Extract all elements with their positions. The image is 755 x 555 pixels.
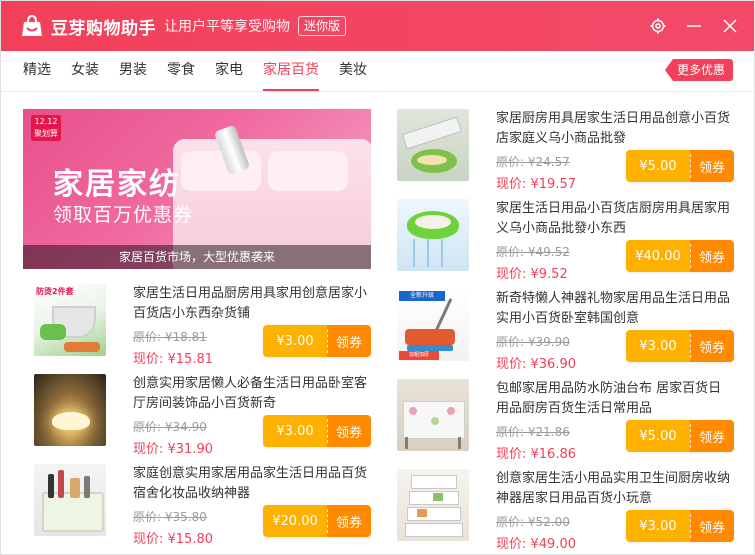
storage-box-image[interactable] xyxy=(34,464,106,536)
coupon-get-label: 领券 xyxy=(690,150,734,182)
product-item: 包邮家居用品防水防油台布 居家百货日用品厨房百货生活日常用品 原价: ¥21.8… xyxy=(397,379,747,464)
app-window: 豆芽购物助手 让用户平等享受购物 迷你版 精选 女装 男装 零食 家电 家居百货… xyxy=(0,0,755,555)
product-item: 防烫2件套 家居生活日用品厨房用具家用创意居家小百货店小东西杂货铺 原价: ¥1… xyxy=(34,284,384,369)
shopping-bag-logo-icon xyxy=(19,14,45,38)
original-price: 原价: ¥49.52 xyxy=(496,245,570,259)
night-lamp-image[interactable] xyxy=(34,374,106,446)
tab-beauty[interactable]: 美妆 xyxy=(339,51,367,91)
app-slogan: 让用户平等享受购物 xyxy=(164,19,290,35)
coupon-amount: ¥3.00 xyxy=(263,325,328,357)
colander-image[interactable] xyxy=(397,199,469,271)
coupon-get-label: 领券 xyxy=(327,505,371,537)
banner-title: 家居家纺 xyxy=(53,167,181,202)
product-title[interactable]: 创意家居生活小用品实用卫生间厨房收纳神器居家日用品百货小玩意 xyxy=(496,469,734,509)
coupon-get-label: 领券 xyxy=(690,420,734,452)
sweeper-image[interactable]: 全新升级 加粗加厚 xyxy=(397,289,469,361)
product-item: 全新升级 加粗加厚 新奇特懒人神器礼物家居用品生活日用品实用小百货卧室韩国创意 … xyxy=(397,289,747,374)
product-title[interactable]: 家居生活日用品厨房用具家用创意居家小百货店小东西杂货铺 xyxy=(133,284,371,324)
coupon-amount: ¥20.00 xyxy=(263,505,328,537)
current-price: 现价: ¥19.57 xyxy=(496,177,576,192)
banner-caption: 家居百货市场，大型优惠袭来 xyxy=(23,245,371,269)
product-title[interactable]: 家居厨房用具居家生活日用品创意小百货店家庭义乌小商品批發 xyxy=(496,109,734,149)
product-item: 家居厨房用具居家生活日用品创意小百货店家庭义乌小商品批發 原价: ¥24.57 … xyxy=(397,109,747,194)
current-price: 现价: ¥49.00 xyxy=(496,537,576,552)
get-coupon-button[interactable]: ¥40.00 领券 xyxy=(626,240,734,272)
product-item: 创意实用家居懒人必备生活日用品卧室客厅房间装饰品小百货新奇 原价: ¥34.90… xyxy=(34,374,384,459)
current-price: 现价: ¥15.81 xyxy=(133,352,213,367)
coupon-amount: ¥5.00 xyxy=(626,150,691,182)
gear-icon xyxy=(650,18,666,34)
get-coupon-button[interactable]: ¥5.00 领券 xyxy=(626,150,734,182)
get-coupon-button[interactable]: ¥5.00 领券 xyxy=(626,420,734,452)
original-price: 原价: ¥24.57 xyxy=(496,155,570,169)
mini-version-badge: 迷你版 xyxy=(298,16,347,36)
tab-women[interactable]: 女装 xyxy=(71,51,99,91)
promo-banner[interactable]: 12.12 聚划算 家居家纺 领取百万优惠券 家居百货市场，大型优惠袭来 xyxy=(23,109,371,269)
get-coupon-button[interactable]: ¥20.00 领券 xyxy=(263,505,371,537)
get-coupon-button[interactable]: ¥3.00 领券 xyxy=(263,415,371,447)
original-price: 原价: ¥18.81 xyxy=(133,330,207,344)
coupon-amount: ¥5.00 xyxy=(626,420,691,452)
coupon-amount: ¥3.00 xyxy=(263,415,328,447)
original-price: 原价: ¥52.00 xyxy=(496,515,570,529)
coupon-get-label: 领券 xyxy=(327,415,371,447)
title-bar[interactable]: 豆芽购物助手 让用户平等享受购物 迷你版 xyxy=(1,1,754,51)
coupon-amount: ¥40.00 xyxy=(626,240,691,272)
banner-subtitle: 领取百万优惠券 xyxy=(53,204,194,226)
coupon-get-label: 领券 xyxy=(690,510,734,542)
product-title[interactable]: 创意实用家居懒人必备生活日用品卧室客厅房间装饰品小百货新奇 xyxy=(133,374,371,414)
product-item: 家居生活日用品小百货店厨房用具居家用义乌小商品批發小东西 原价: ¥49.52 … xyxy=(397,199,747,284)
coupon-amount: ¥3.00 xyxy=(626,510,691,542)
settings-button[interactable] xyxy=(640,1,676,51)
vegetable-slicer-image[interactable] xyxy=(397,109,469,181)
coupon-amount: ¥3.00 xyxy=(626,330,691,362)
original-price: 原价: ¥34.90 xyxy=(133,420,207,434)
get-coupon-button[interactable]: ¥3.00 领券 xyxy=(263,325,371,357)
tablecloth-image[interactable] xyxy=(397,379,469,451)
coupon-get-label: 领券 xyxy=(327,325,371,357)
close-button[interactable] xyxy=(712,1,748,51)
product-title[interactable]: 家居生活日用品小百货店厨房用具居家用义乌小商品批發小东西 xyxy=(496,199,734,239)
product-title[interactable]: 家庭创意实用家居用品家生活日用品百货宿舍化妆品收纳神器 xyxy=(133,464,371,504)
tab-appliances[interactable]: 家电 xyxy=(215,51,243,91)
shelf-rack-image[interactable] xyxy=(397,469,469,541)
tab-home-goods[interactable]: 家居百货 xyxy=(263,51,319,91)
product-title[interactable]: 包邮家居用品防水防油台布 居家百货日用品厨房百货生活日常用品 xyxy=(496,379,734,419)
current-price: 现价: ¥36.90 xyxy=(496,357,576,372)
product-item: 家庭创意实用家居用品家生活日用品百货宿舍化妆品收纳神器 原价: ¥35.80 现… xyxy=(34,464,384,549)
original-price: 原价: ¥35.80 xyxy=(133,510,207,524)
category-nav: 精选 女装 男装 零食 家电 家居百货 美妆 更多优惠 xyxy=(1,51,754,92)
product-item: 创意家居生活小用品实用卫生间厨房收纳神器居家日用品百货小玩意 原价: ¥52.0… xyxy=(397,469,747,554)
tab-men[interactable]: 男装 xyxy=(119,51,147,91)
current-price: 现价: ¥15.80 xyxy=(133,532,213,547)
current-price: 现价: ¥31.90 xyxy=(133,442,213,457)
tab-snacks[interactable]: 零食 xyxy=(167,51,195,91)
minimize-button[interactable] xyxy=(676,1,712,51)
current-price: 现价: ¥16.86 xyxy=(496,447,576,462)
product-title[interactable]: 新奇特懒人神器礼物家居用品生活日用品实用小百货卧室韩国创意 xyxy=(496,289,734,329)
more-offers-button[interactable]: 更多优惠 xyxy=(664,59,733,81)
pot-holder-image[interactable]: 防烫2件套 xyxy=(34,284,106,356)
coupon-get-label: 领券 xyxy=(690,240,734,272)
original-price: 原价: ¥21.86 xyxy=(496,425,570,439)
app-name: 豆芽购物助手 xyxy=(51,18,156,39)
original-price: 原价: ¥39.90 xyxy=(496,335,570,349)
get-coupon-button[interactable]: ¥3.00 领券 xyxy=(626,510,734,542)
minimize-icon xyxy=(687,25,701,27)
juhuasuan-logo: 12.12 聚划算 xyxy=(31,115,61,141)
tab-featured[interactable]: 精选 xyxy=(23,51,51,91)
coupon-get-label: 领券 xyxy=(690,330,734,362)
close-icon xyxy=(723,19,737,33)
current-price: 现价: ¥9.52 xyxy=(496,267,568,282)
get-coupon-button[interactable]: ¥3.00 领券 xyxy=(626,330,734,362)
